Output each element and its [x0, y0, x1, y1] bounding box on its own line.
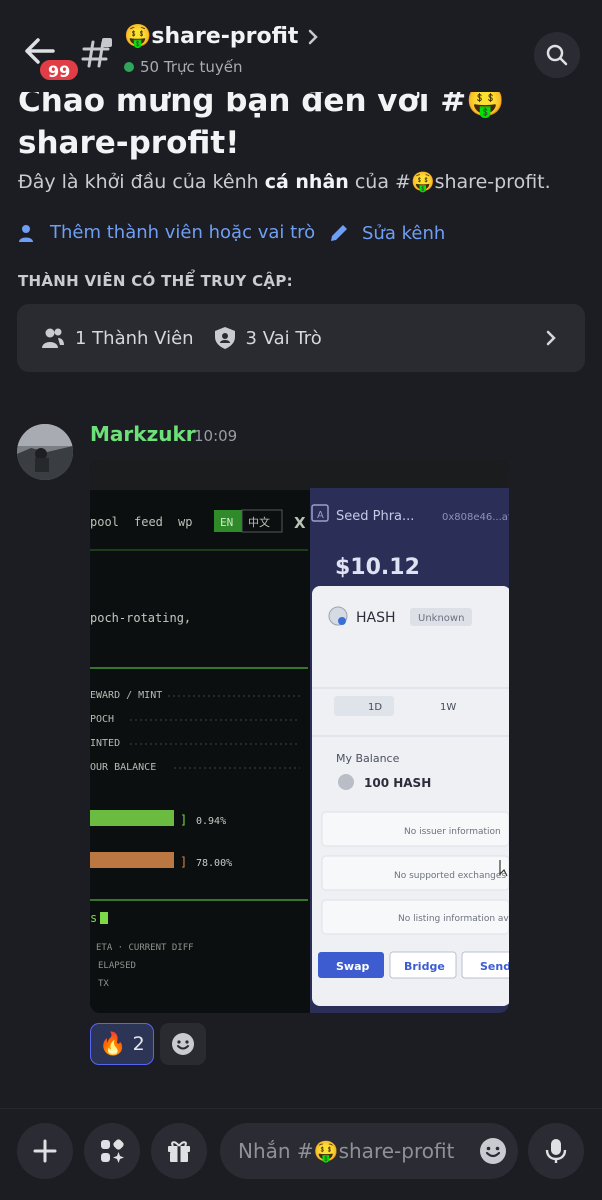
avatar-image: [17, 424, 73, 480]
shield-user-icon: [214, 327, 235, 349]
message-timestamp: 10:09: [194, 427, 238, 445]
online-status: 50 Trực tuyến: [124, 58, 243, 76]
channel-header: 99 🤑share-profit 50 Trực tuyến: [0, 0, 602, 92]
range-1d-label: 1D: [368, 702, 382, 713]
reaction-count: 2: [132, 1033, 145, 1055]
welcome-title: Chào mừng bạn đến với #🤑share-profit!: [18, 83, 505, 161]
access-section-label: THÀNH VIÊN CÓ THỂ TRUY CẬP:: [18, 272, 293, 290]
terminal-x-mark: X: [294, 514, 306, 532]
search-button[interactable]: [534, 32, 580, 78]
gift-icon: [168, 1141, 190, 1162]
svg-text:s: s: [90, 911, 97, 925]
channel-title[interactable]: 🤑share-profit: [124, 24, 298, 49]
bridge-label: Bridge: [404, 960, 445, 973]
progress-bar-1: [90, 810, 174, 826]
terminal-nav-feed: feed: [134, 515, 163, 529]
unread-badge: 99: [38, 58, 81, 82]
add-attachment-button[interactable]: [17, 1123, 73, 1179]
terminal-nav-pool: pool: [90, 515, 119, 529]
private-channel-icon: [80, 36, 114, 70]
avatar[interactable]: [17, 424, 73, 480]
wallet-title: Seed Phra...: [336, 509, 414, 524]
smiley-icon: [172, 1033, 194, 1055]
chevron-right-icon: [546, 330, 556, 346]
progress-bar-2-label: 78.00%: [196, 858, 232, 869]
stat-minted: INTED: [90, 738, 120, 749]
welcome-subtitle: Đây là khởi đầu của kênh cá nhân của #🤑s…: [18, 170, 588, 193]
channel-access-card[interactable]: 1 Thành Viên 3 Vai Trò: [17, 304, 585, 372]
message-input-placeholder: Nhắn #🤑share-profit: [238, 1139, 455, 1163]
info-issuer: No issuer information: [404, 827, 501, 837]
plus-icon: [33, 1139, 57, 1163]
online-dot-icon: [124, 62, 134, 72]
footer-tx: TX: [98, 979, 109, 989]
progress-bar-1-label: 0.94%: [196, 816, 226, 827]
terminal-rotating-text: poch-rotating,: [90, 611, 191, 625]
add-members-label: Thêm thành viên hoặc vai trò: [50, 222, 316, 243]
channel-title-row[interactable]: 🤑share-profit: [124, 24, 320, 49]
welcome-subtitle-start: Đây là khởi đầu của kênh: [18, 171, 265, 193]
fire-reaction[interactable]: 🔥 2: [90, 1023, 154, 1065]
svg-text:]: ]: [180, 813, 187, 827]
my-balance-label: My Balance: [336, 752, 400, 765]
my-balance-value: 100 HASH: [364, 776, 431, 790]
edit-channel-button[interactable]: Sửa kênh: [328, 222, 445, 244]
stat-reward-mint: EWARD / MINT: [90, 690, 162, 701]
footer-eta: ETA · CURRENT DIFF: [96, 943, 194, 953]
stat-epoch: POCH: [90, 714, 114, 725]
range-1w-label: 1W: [440, 702, 456, 713]
swap-label: Swap: [336, 960, 370, 973]
roles-count: 3 Vai Trò: [214, 326, 322, 350]
footer-elapsed: ELAPSED: [98, 961, 136, 971]
edit-channel-label: Sửa kênh: [362, 222, 446, 244]
progress-bar-2: [90, 852, 174, 868]
search-icon: [546, 44, 568, 66]
welcome-subtitle-bold: cá nhân: [264, 171, 349, 193]
voice-message-button[interactable]: [528, 1123, 584, 1179]
svg-text:]: ]: [180, 855, 187, 869]
members-icon: [42, 328, 64, 348]
add-members-button[interactable]: Thêm thành viên hoặc vai trò: [18, 222, 315, 243]
lang-zh-label: 中文: [248, 515, 270, 529]
members-count: 1 Thành Viên: [41, 327, 194, 349]
pencil-icon: [331, 225, 347, 241]
chevron-right-icon: [309, 29, 319, 44]
wallet-address: 0x808e46...af: [442, 512, 509, 523]
svg-text:A: A: [317, 510, 324, 521]
apps-button[interactable]: [84, 1123, 140, 1179]
fire-emoji: 🔥: [99, 1031, 127, 1057]
microphone-icon: [545, 1139, 567, 1163]
message-image-attachment[interactable]: pool feed wp EN 中文 X poch-rotating, EWAR…: [90, 460, 509, 1013]
info-listing: No listing information av: [398, 914, 509, 924]
emoji-picker-icon[interactable]: [478, 1136, 508, 1166]
message-author[interactable]: Markzukr: [90, 422, 196, 446]
info-exchanges: No supported exchanges: [394, 871, 506, 881]
lang-en-label: EN: [220, 516, 233, 529]
apps-icon: [101, 1139, 124, 1163]
add-reaction-button[interactable]: [160, 1023, 206, 1065]
terminal-nav-wp: wp: [178, 515, 192, 529]
range-1d-button: [334, 696, 394, 716]
roles-count-label: 3 Vai Trò: [245, 327, 322, 349]
send-label: Send: [480, 960, 509, 973]
stat-your-balance: OUR BALANCE: [90, 762, 156, 773]
wallet-balance: $10.12: [335, 555, 420, 580]
welcome-subtitle-end: của #🤑share-profit.: [348, 171, 551, 193]
gift-button[interactable]: [151, 1123, 207, 1179]
message-input[interactable]: Nhắn #🤑share-profit: [220, 1123, 518, 1179]
online-count: 50 Trực tuyến: [140, 58, 243, 76]
token-name: HASH: [356, 610, 396, 626]
add-user-icon: [19, 224, 33, 242]
composer-bar: Nhắn #🤑share-profit: [0, 1108, 602, 1200]
members-count-label: 1 Thành Viên: [75, 327, 194, 349]
token-tag: Unknown: [418, 613, 464, 624]
